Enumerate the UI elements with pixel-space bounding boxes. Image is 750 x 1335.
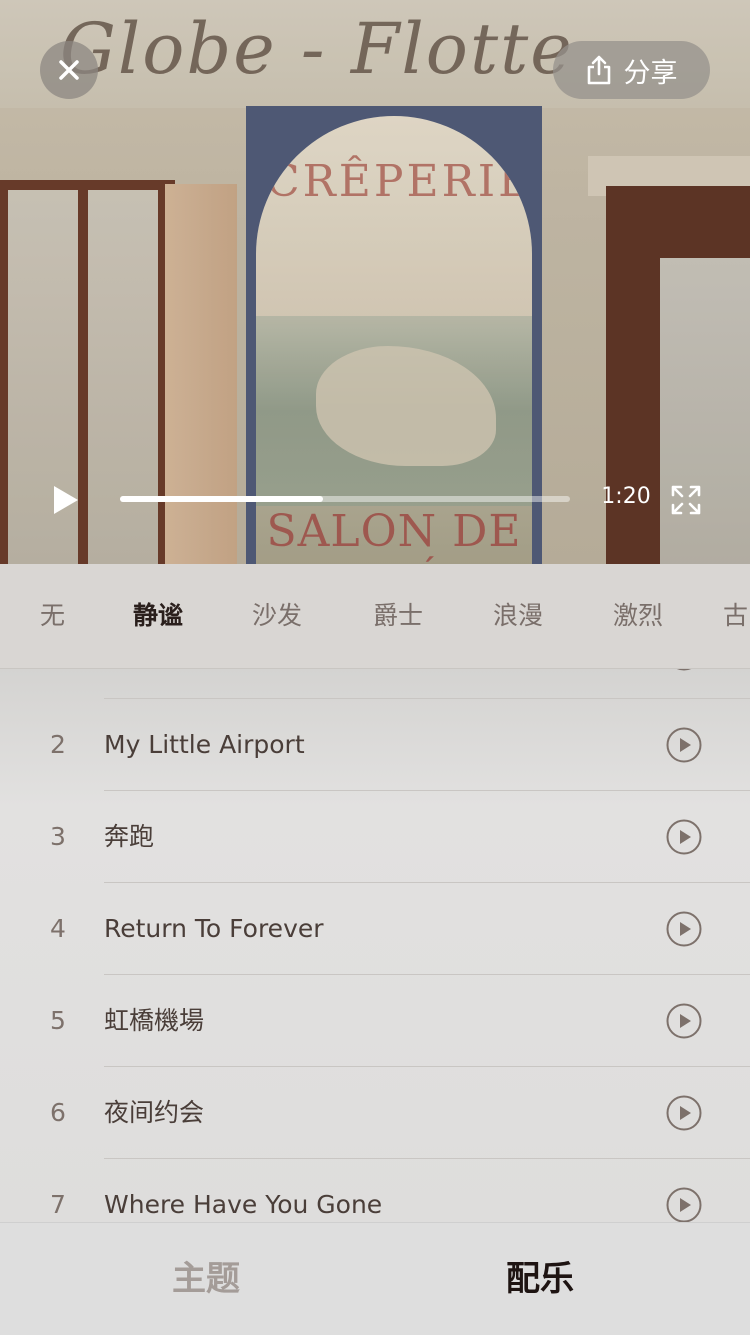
bottom-tab-bar: 主题 配乐 <box>0 1222 750 1335</box>
category-tabs: 无 静谧 沙发 爵士 浪漫 激烈 古 <box>0 564 750 669</box>
list-item[interactable]: 4 Return To Forever <box>0 883 750 975</box>
track-title: 虹橋機場 <box>104 1006 205 1035</box>
track-title: 奔跑 <box>104 822 155 851</box>
fullscreen-icon[interactable] <box>670 484 702 516</box>
share-label: 分享 <box>623 57 678 89</box>
list-item[interactable]: 7 Where Have You Gone <box>0 1159 750 1222</box>
play-circle-icon[interactable] <box>666 1003 702 1039</box>
progress-bar[interactable] <box>120 496 570 502</box>
duration-label: 1:20 <box>601 484 651 509</box>
category-tab[interactable]: 古 <box>723 564 748 668</box>
track-title: Return To Forever <box>104 914 324 943</box>
track-number: 3 <box>50 822 66 851</box>
progress-fill <box>120 496 323 502</box>
track-list[interactable]: 2 My Little Airport 3 奔跑 4 Return To For… <box>0 669 750 1222</box>
track-number: 4 <box>50 914 66 943</box>
play-circle-icon[interactable] <box>666 1095 702 1131</box>
play-circle-icon[interactable] <box>666 819 702 855</box>
track-title: My Little Airport <box>104 730 305 759</box>
play-circle-icon[interactable] <box>666 911 702 947</box>
track-number: 6 <box>50 1098 66 1127</box>
close-button[interactable] <box>40 41 98 99</box>
category-tab[interactable]: 激烈 <box>613 564 663 668</box>
track-title: 夜间约会 <box>104 1098 205 1127</box>
track-number: 5 <box>50 1006 66 1035</box>
list-item[interactable]: 5 虹橋機場 <box>0 975 750 1067</box>
track-title: Where Have You Gone <box>104 1190 383 1219</box>
category-tab-active[interactable]: 静谧 <box>133 564 183 668</box>
share-button[interactable]: 分享 <box>553 41 710 99</box>
list-item[interactable]: 6 夜间约会 <box>0 1067 750 1159</box>
list-item[interactable]: 3 奔跑 <box>0 791 750 883</box>
category-tab[interactable]: 爵士 <box>373 564 423 668</box>
close-icon <box>59 60 79 80</box>
tab-theme[interactable]: 主题 <box>106 1223 306 1335</box>
list-item[interactable] <box>0 669 750 699</box>
play-circle-icon[interactable] <box>666 669 702 671</box>
video-player[interactable]: Globe - Flotte CRÊPERIE SALON DE THÉ 分享 … <box>0 0 750 564</box>
track-number: 2 <box>50 730 66 759</box>
category-tab[interactable]: 沙发 <box>252 564 302 668</box>
category-tab[interactable]: 浪漫 <box>493 564 543 668</box>
list-item[interactable]: 2 My Little Airport <box>0 699 750 791</box>
category-tab[interactable]: 无 <box>40 564 65 668</box>
track-number: 7 <box>50 1190 66 1219</box>
tab-music[interactable]: 配乐 <box>440 1223 640 1335</box>
play-circle-icon[interactable] <box>666 1187 702 1222</box>
share-icon <box>587 55 610 85</box>
play-circle-icon[interactable] <box>666 727 702 763</box>
play-icon[interactable] <box>50 484 82 516</box>
